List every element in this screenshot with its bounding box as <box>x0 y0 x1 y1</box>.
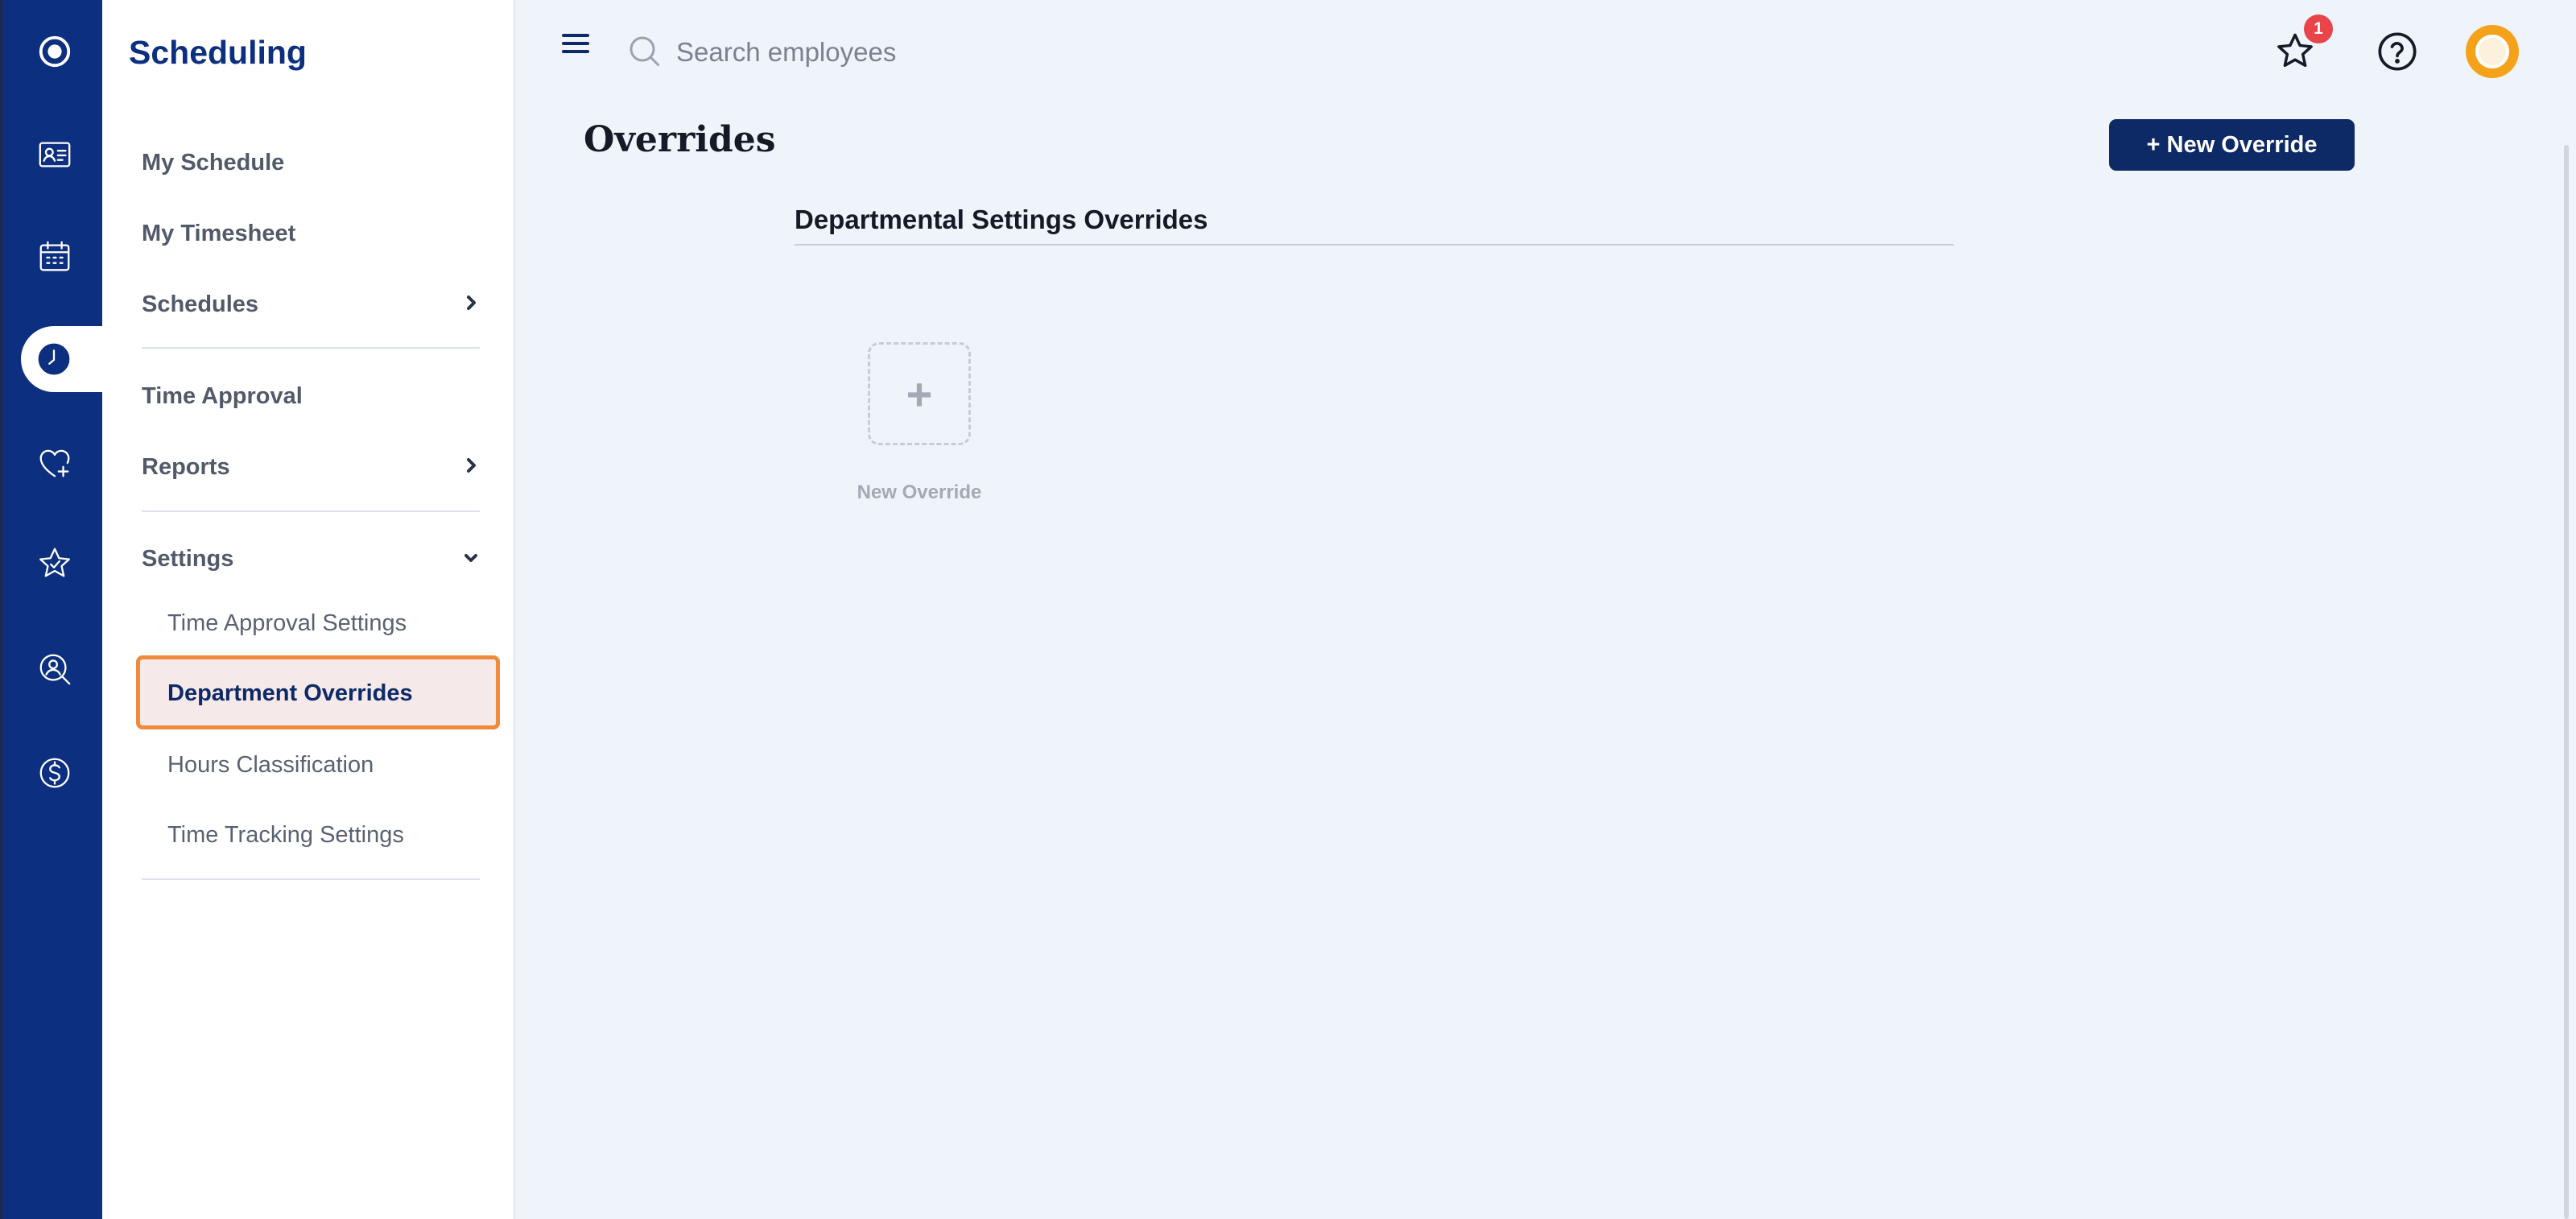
app-logo-icon[interactable] <box>3 19 105 84</box>
star-icon[interactable] <box>3 531 105 596</box>
sidebar-item-time-approval[interactable]: Time Approval <box>142 383 303 410</box>
sidebar-subitem-time-approval-settings[interactable]: Time Approval Settings <box>167 610 407 637</box>
sidebar-item-settings[interactable]: Settings <box>142 546 233 572</box>
person-search-icon[interactable] <box>3 637 105 701</box>
sidebar-subitem-label: Department Overrides <box>167 680 413 706</box>
section-title: Departmental Settings Overrides <box>795 205 1208 234</box>
sidebar-item-schedules[interactable]: Schedules <box>142 291 258 318</box>
add-override-tile[interactable]: + <box>868 342 971 445</box>
add-override-label: New Override <box>857 481 982 503</box>
chevron-down-icon[interactable] <box>459 546 483 570</box>
avatar[interactable] <box>2466 25 2519 78</box>
chevron-right-icon[interactable] <box>459 453 483 477</box>
help-icon[interactable] <box>2376 31 2420 74</box>
sidebar-item-reports[interactable]: Reports <box>142 454 230 481</box>
search-input[interactable] <box>676 31 1159 74</box>
sidebar-title: Scheduling <box>129 34 307 71</box>
id-card-icon[interactable] <box>3 122 105 187</box>
hamburger-menu-icon[interactable] <box>562 34 594 60</box>
section-divider <box>795 244 1954 246</box>
clock-icon[interactable] <box>21 326 105 392</box>
heart-plus-icon[interactable] <box>3 431 105 495</box>
chevron-right-icon[interactable] <box>459 291 483 315</box>
sidebar-divider <box>142 510 480 512</box>
sidebar: Scheduling My Schedule My Timesheet Sche… <box>102 0 515 1219</box>
calendar-icon[interactable] <box>3 225 105 289</box>
notification-badge: 1 <box>2304 14 2333 43</box>
new-override-button[interactable]: + New Override <box>2109 119 2355 171</box>
dollar-icon[interactable] <box>3 741 105 805</box>
sidebar-divider <box>142 878 480 880</box>
sidebar-subitem-department-overrides[interactable]: Department Overrides <box>136 655 500 729</box>
sidebar-divider <box>142 347 480 349</box>
sidebar-subitem-time-tracking-settings[interactable]: Time Tracking Settings <box>167 822 404 849</box>
sidebar-subitem-hours-classification[interactable]: Hours Classification <box>167 752 374 779</box>
page-title: Overrides <box>584 119 776 160</box>
icon-rail <box>0 0 105 1219</box>
scrollbar[interactable] <box>2564 145 2569 1219</box>
sidebar-item-my-schedule[interactable]: My Schedule <box>142 150 284 176</box>
sidebar-item-my-timesheet[interactable]: My Timesheet <box>142 221 295 247</box>
search-icon <box>627 34 663 69</box>
